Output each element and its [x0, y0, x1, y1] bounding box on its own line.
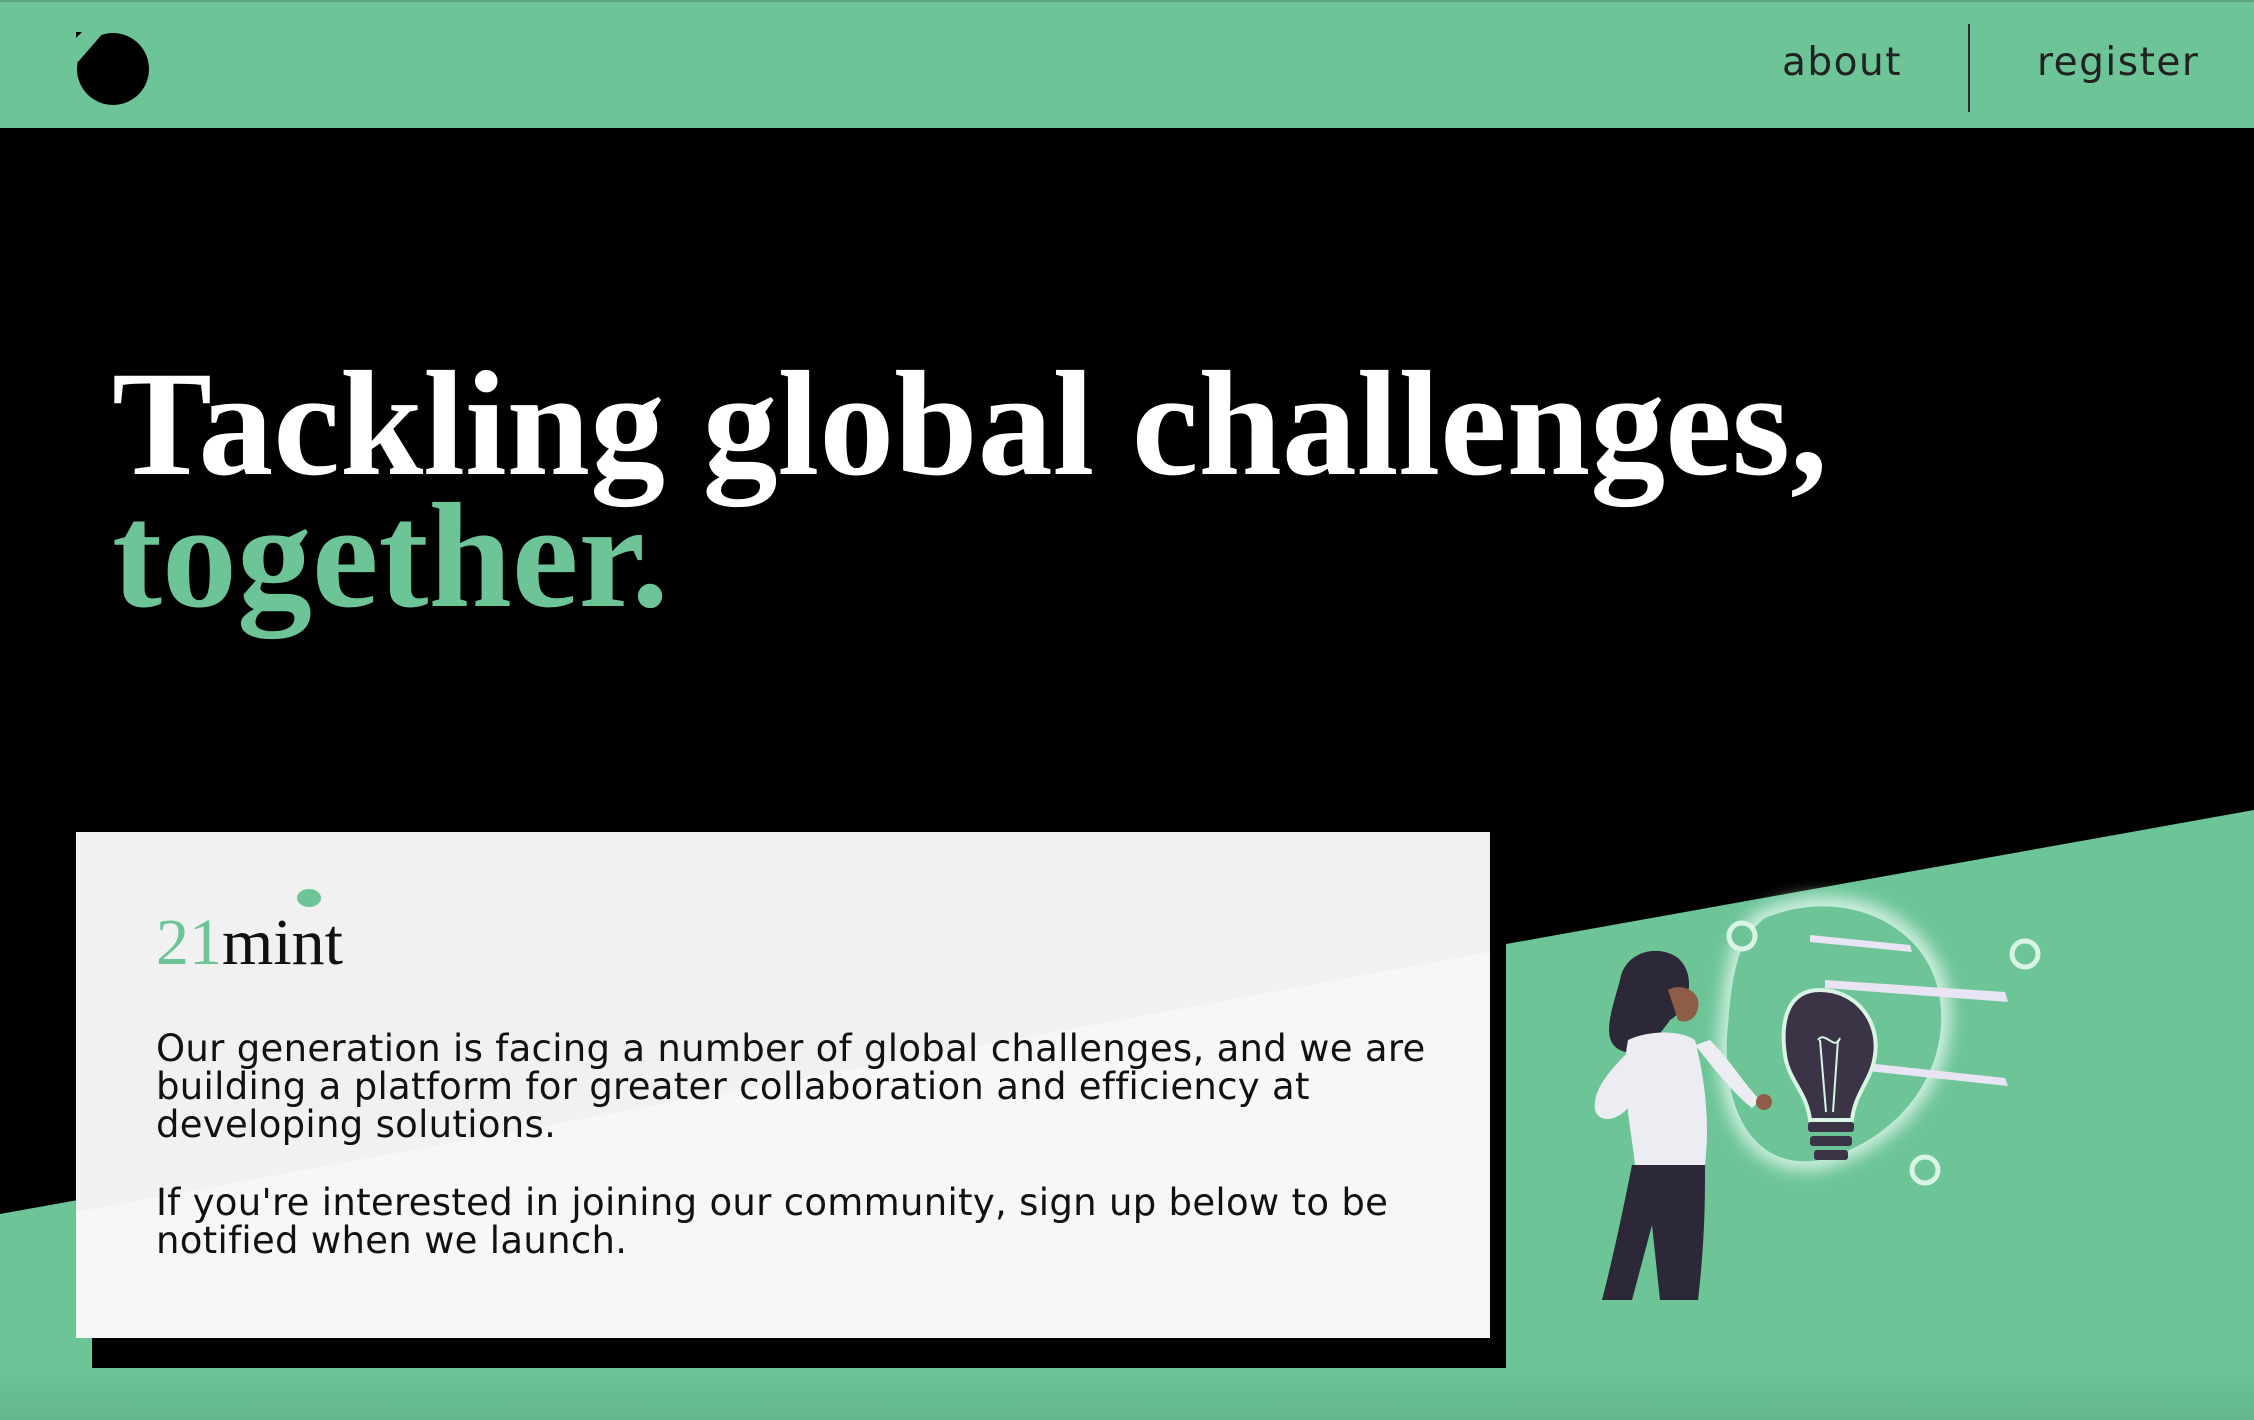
- card-description: Our generation is facing a number of glo…: [156, 1030, 1446, 1300]
- nav-divider: [1968, 24, 1970, 112]
- info-card: 21 mint Our generation is facing a numbe…: [76, 832, 1490, 1338]
- svg-text:mint: mint: [222, 906, 343, 979]
- nav-link-about[interactable]: about: [1782, 40, 1902, 85]
- top-navbar: about register: [0, 0, 2254, 128]
- circle-logo-icon[interactable]: [76, 32, 150, 106]
- headline-line-2: together.: [112, 473, 669, 639]
- woman-with-lightbulb-illustration: [1594, 895, 2041, 1300]
- svg-text:21: 21: [156, 906, 222, 979]
- hero-headline: Tackling global challenges, together.: [112, 349, 1828, 639]
- 21mint-brand-logo: 21 mint: [156, 889, 343, 979]
- card-paragraph-2: If you're interested in joining our comm…: [156, 1181, 1389, 1262]
- bottom-strip: [0, 1370, 2254, 1420]
- card-paragraph-1: Our generation is facing a number of glo…: [156, 1027, 1426, 1146]
- nav-link-register[interactable]: register: [2037, 40, 2199, 85]
